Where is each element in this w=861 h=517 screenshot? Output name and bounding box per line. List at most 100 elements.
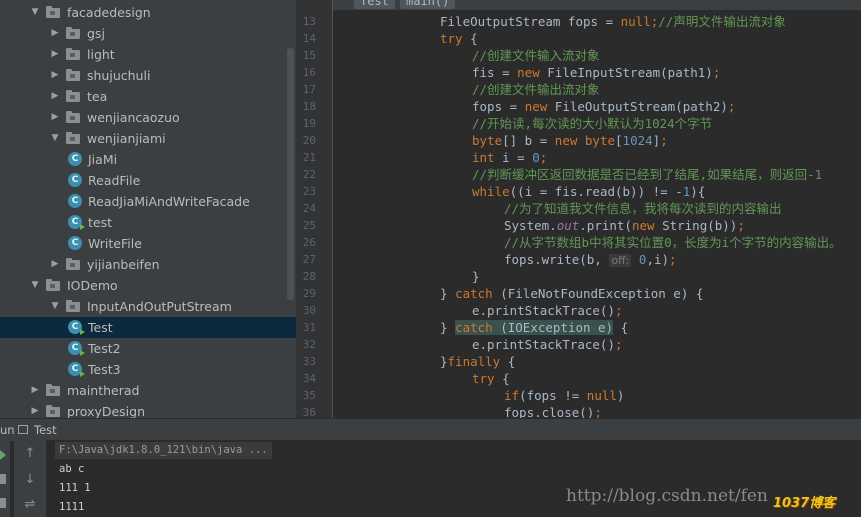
tree-item[interactable]: ▶ wenjiancaozuo (0, 107, 296, 128)
line-number: 16 (302, 66, 316, 79)
code-line[interactable]: e.printStackTrace(); (472, 302, 623, 319)
code-line[interactable]: //判断缓冲区返回数据是否已经到了结尾,如果结尾，则返回-1 (472, 166, 822, 183)
breadcrumb-class[interactable]: Test (354, 0, 395, 9)
line-number: 33 (302, 355, 316, 368)
expanded-arrow-icon[interactable]: ▼ (50, 296, 60, 317)
collapsed-arrow-icon[interactable]: ▶ (50, 65, 60, 86)
code-line[interactable]: //创建文件输出流对象 (472, 81, 600, 98)
code-line[interactable]: try { (472, 370, 510, 387)
code-token: System. (504, 218, 557, 233)
tree-item[interactable]: ▶ shujuchuli (0, 65, 296, 86)
code-token: FileOutputStream fops = (440, 14, 621, 29)
tree-item[interactable]: ▼ facadedesign (0, 2, 296, 23)
collapsed-arrow-icon[interactable]: ▶ (50, 44, 60, 65)
line-number: 32 (302, 338, 316, 351)
console-command-line[interactable]: F:\Java\jdk1.8.0_121\bin\java ... (55, 442, 272, 459)
run-tab-test[interactable]: Test (34, 419, 57, 441)
collapsed-arrow-icon[interactable]: ▶ (50, 23, 60, 44)
code-line[interactable]: if(fops != null) (504, 387, 624, 404)
code-line[interactable]: fops.close(); (504, 404, 602, 418)
restore-layout-icon[interactable] (0, 498, 6, 508)
code-line[interactable]: e.printStackTrace(); (472, 336, 623, 353)
tree-item[interactable]: C ReadFile (0, 170, 296, 191)
tree-item[interactable]: ▼ InputAndOutPutStream (0, 296, 296, 317)
code-token: ; (727, 99, 736, 114)
code-token: ; (539, 150, 548, 165)
tree-item-label: ReadJiaMiAndWriteFacade (88, 194, 250, 209)
tree-item[interactable]: C Test3 (0, 359, 296, 380)
code-token: e.printStackTrace() (472, 337, 615, 352)
code-line[interactable]: fis = new FileInputStream(path1); (472, 64, 720, 81)
tree-scrollbar[interactable] (287, 48, 294, 300)
arrow-up-icon[interactable]: ↑ (14, 444, 46, 464)
tree-item[interactable]: ▶ light (0, 44, 296, 65)
line-number: 13 (302, 15, 316, 28)
code-line[interactable]: //为了知道我文件信息，我将每次读到的内容输出 (504, 200, 782, 217)
tree-item[interactable]: ▶ gsj (0, 23, 296, 44)
line-number: 15 (302, 49, 316, 62)
tree-item[interactable]: C Test2 (0, 338, 296, 359)
editor-scrollbar[interactable] (849, 0, 861, 418)
code-line[interactable]: } catch (FileNotFoundException e) { (440, 285, 703, 302)
code-token: { (613, 320, 629, 335)
tree-item[interactable]: ▼ wenjianjiami (0, 128, 296, 149)
code-token: 0 (532, 150, 540, 165)
code-line[interactable]: FileOutputStream fops = null;//声明文件输出流对象 (440, 13, 786, 30)
collapsed-arrow-icon[interactable]: ▶ (50, 86, 60, 107)
expanded-arrow-icon[interactable]: ▼ (30, 2, 40, 23)
tree-item[interactable]: ▶ tea (0, 86, 296, 107)
code-token: { (507, 354, 516, 369)
package-folder-icon (66, 90, 80, 102)
run-panel-label: un (0, 423, 15, 437)
code-line[interactable]: fops.write(b, off: 0,i); (504, 251, 677, 268)
code-line[interactable]: } (472, 268, 480, 285)
collapsed-arrow-icon[interactable]: ▶ (30, 380, 40, 401)
breadcrumb-method[interactable]: main() (400, 0, 456, 9)
tree-item[interactable]: ▶ yijianbeifen (0, 254, 296, 275)
code-line[interactable]: try { (440, 30, 478, 47)
expanded-arrow-icon[interactable]: ▼ (30, 275, 40, 296)
watermark-url: http://blog.csdn.net/fen (566, 486, 768, 506)
code-line[interactable]: int i = 0; (472, 149, 547, 166)
code-line[interactable]: }finally { (440, 353, 515, 370)
code-token: 1024 (622, 133, 653, 148)
collapsed-arrow-icon[interactable]: ▶ (30, 401, 40, 418)
arrow-down-icon[interactable]: ↓ (14, 470, 46, 490)
tree-item[interactable]: ▼ IODemo (0, 275, 296, 296)
tree-item-label: IODemo (67, 278, 118, 293)
tree-item[interactable]: ▶ proxyDesign (0, 401, 296, 418)
code-token: ; (660, 133, 668, 148)
code-line[interactable]: } catch (IOException e) { (440, 319, 628, 336)
stop-icon[interactable] (0, 474, 6, 484)
code-token: } (440, 286, 456, 301)
soft-wrap-icon[interactable]: ⇌ (14, 495, 46, 515)
code-token: ; (615, 337, 623, 352)
code-line[interactable]: //从字节数组b中将其实位置0，长度为i个字节的内容输出。 (504, 234, 842, 251)
tree-item[interactable]: ▶ maintherad (0, 380, 296, 401)
tree-item[interactable]: Ctest (0, 212, 296, 233)
code-line[interactable]: //开始读,每次读的大小默认为1024个字节 (472, 115, 712, 132)
expanded-arrow-icon[interactable]: ▼ (50, 128, 60, 149)
code-token: fops.close() (504, 405, 595, 418)
code-line[interactable]: //创建文件输入流对象 (472, 47, 600, 64)
tree-item[interactable]: C ReadJiaMiAndWriteFacade (0, 191, 296, 212)
runnable-class-icon: C (68, 215, 85, 230)
code-line[interactable]: System.out.print(new String(b)); (504, 217, 745, 234)
code-line[interactable]: fops = new FileOutputStream(path2); (472, 98, 735, 115)
collapsed-arrow-icon[interactable]: ▶ (50, 254, 60, 275)
code-token: fops = (472, 99, 525, 114)
tree-item[interactable]: C WriteFile (0, 233, 296, 254)
code-token: fops.write(b, (504, 252, 610, 267)
collapsed-arrow-icon[interactable]: ▶ (50, 107, 60, 128)
rerun-icon[interactable] (0, 450, 6, 460)
code-line[interactable]: byte[] b = new byte[1024]; (472, 132, 668, 149)
code-token: FileInputStream(path1) (547, 65, 713, 80)
line-number: 34 (302, 372, 316, 385)
tree-item[interactable]: C JiaMi (0, 149, 296, 170)
code-editor[interactable]: Test main() 13 14 15 16 17 18 19 20 21 22 23 24 25 26… (296, 0, 861, 418)
code-line[interactable]: while((i = fis.read(b)) != -1){ (472, 183, 705, 200)
tree-item-label: wenjiancaozuo (87, 110, 180, 125)
tree-item[interactable]: C Test (0, 317, 296, 338)
tree-item-label: maintherad (67, 383, 140, 398)
